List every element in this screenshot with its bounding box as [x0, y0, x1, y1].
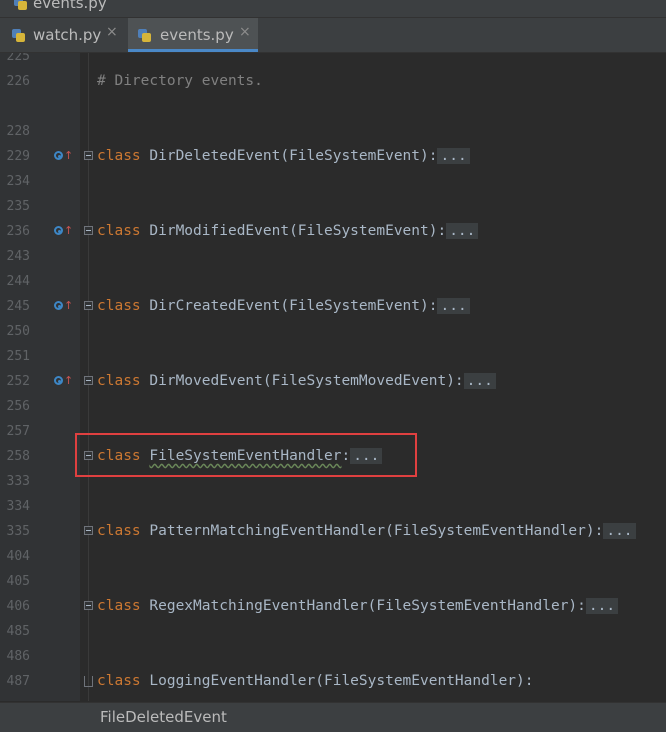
folded-code-placeholder[interactable]: ...	[437, 148, 470, 164]
code-line: 486	[0, 644, 666, 669]
code-text: class PatternMatchingEventHandler(FileSy…	[97, 519, 636, 544]
code-line: 487 class LoggingEventHandler(FileSystem…	[0, 669, 666, 694]
line-number: 229	[6, 149, 30, 164]
folded-code-placeholder[interactable]: ...	[463, 373, 496, 389]
line-number: 485	[6, 624, 30, 639]
line-number: 256	[6, 399, 30, 414]
fold-icon[interactable]	[84, 676, 93, 687]
fold-icon[interactable]	[84, 526, 93, 535]
code-line: 234	[0, 169, 666, 194]
folded-code-placeholder[interactable]: ...	[603, 523, 636, 539]
line-number: 486	[6, 649, 30, 664]
fold-icon[interactable]	[84, 601, 93, 610]
line-number: 245	[6, 299, 30, 314]
tab-watch-py[interactable]: watch.py ×	[0, 18, 126, 52]
override-method-icon[interactable]: ↑	[54, 300, 73, 313]
fold-icon[interactable]	[84, 151, 93, 160]
active-tab-indicator	[128, 49, 258, 52]
folded-code-placeholder[interactable]: ...	[585, 598, 619, 614]
breadcrumb-bar: FileDeletedEvent	[0, 702, 666, 732]
code-line: 252 ↑ class DirMovedEvent(FileSystemMove…	[0, 369, 666, 394]
line-number: 258	[6, 449, 30, 464]
line-number: 236	[6, 224, 30, 239]
code-line: 236 ↑ class DirModifiedEvent(FileSystemE…	[0, 219, 666, 244]
code-editor[interactable]: 225 226 # Directory events. 228 229 ↑ cl…	[0, 53, 666, 701]
line-number: 225	[6, 53, 30, 64]
code-text: class DirMovedEvent(FileSystemMovedEvent…	[97, 369, 496, 394]
python-file-icon	[14, 0, 27, 10]
line-number: 257	[6, 424, 30, 439]
line-number: 406	[6, 599, 30, 614]
override-method-icon[interactable]: ↑	[54, 375, 73, 388]
folded-code-placeholder[interactable]: ...	[446, 223, 479, 239]
line-number: 334	[6, 499, 30, 514]
python-file-icon	[12, 29, 25, 42]
code-line: 225	[0, 53, 666, 69]
fold-icon[interactable]	[84, 301, 93, 310]
code-text: class LoggingEventHandler(FileSystemEven…	[97, 673, 534, 689]
top-file-name: events.py	[33, 0, 107, 12]
tab-label: watch.py	[33, 26, 102, 44]
line-number: 335	[6, 524, 30, 539]
python-file-icon	[138, 29, 151, 42]
code-comment: # Directory events.	[97, 73, 263, 89]
close-icon[interactable]: ×	[106, 24, 118, 40]
tab-label: events.py	[160, 26, 234, 44]
top-file-strip: events.py	[0, 0, 666, 18]
line-number: 243	[6, 249, 30, 264]
editor-tab-bar: watch.py × events.py ×	[0, 18, 666, 53]
line-number: 235	[6, 199, 30, 214]
code-line: 226 # Directory events.	[0, 69, 666, 94]
fold-icon[interactable]	[84, 376, 93, 385]
code-line: 251	[0, 344, 666, 369]
line-number: 250	[6, 324, 30, 339]
line-number: 234	[6, 174, 30, 189]
close-icon[interactable]: ×	[239, 24, 251, 40]
override-method-icon[interactable]: ↑	[54, 225, 73, 238]
line-number: 252	[6, 374, 30, 389]
override-method-icon[interactable]: ↑	[54, 150, 73, 163]
code-line: 250	[0, 319, 666, 344]
code-line: 256	[0, 394, 666, 419]
code-line: 485	[0, 619, 666, 644]
code-line: 404	[0, 544, 666, 569]
code-line: 244	[0, 269, 666, 294]
code-text: class DirDeletedEvent(FileSystemEvent):.…	[97, 144, 470, 169]
code-text: class DirCreatedEvent(FileSystemEvent):.…	[97, 294, 470, 319]
line-number: 487	[6, 674, 30, 689]
folded-code-placeholder[interactable]: ...	[437, 298, 470, 314]
fold-icon[interactable]	[84, 226, 93, 235]
breadcrumb[interactable]: FileDeletedEvent	[100, 708, 227, 726]
code-text: class DirModifiedEvent(FileSystemEvent):…	[97, 219, 479, 244]
tab-events-py[interactable]: events.py ×	[128, 18, 258, 52]
code-line: 405	[0, 569, 666, 594]
code-line: 235	[0, 194, 666, 219]
line-number: 333	[6, 474, 30, 489]
code-line: 406 class RegexMatchingEventHandler(File…	[0, 594, 666, 619]
line-number: 405	[6, 574, 30, 589]
line-number: 244	[6, 274, 30, 289]
line-number: 228	[6, 124, 30, 139]
code-text: class RegexMatchingEventHandler(FileSyst…	[97, 594, 619, 619]
code-line: 335 class PatternMatchingEventHandler(Fi…	[0, 519, 666, 544]
code-line: 229 ↑ class DirDeletedEvent(FileSystemEv…	[0, 144, 666, 169]
line-number: 251	[6, 349, 30, 364]
code-line: 334	[0, 494, 666, 519]
code-line: 245 ↑ class DirCreatedEvent(FileSystemEv…	[0, 294, 666, 319]
line-number: 404	[6, 549, 30, 564]
line-number: 226	[6, 74, 30, 89]
code-line: 243	[0, 244, 666, 269]
code-line: 228	[0, 119, 666, 144]
highlight-box	[75, 433, 417, 477]
